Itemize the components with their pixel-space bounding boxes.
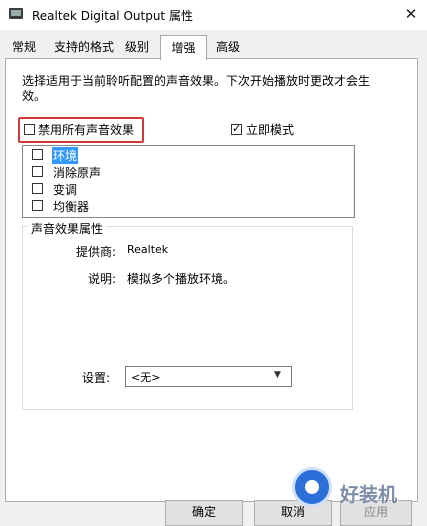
- provider-value: Realtek: [127, 243, 169, 256]
- list-item[interactable]: 环境: [23, 146, 354, 164]
- tab-general[interactable]: 常规: [6, 37, 42, 58]
- watermark-logo-icon: [292, 467, 332, 507]
- description-value: 模拟多个播放环境。: [127, 272, 236, 286]
- effect-checkbox[interactable]: [32, 183, 43, 194]
- tab-advanced[interactable]: 高级: [210, 37, 246, 58]
- provider-label: 提供商:: [75, 245, 116, 259]
- ok-button[interactable]: 确定: [165, 500, 243, 526]
- window-title: Realtek Digital Output 属性: [32, 9, 193, 23]
- tab-enhancements[interactable]: 增强: [160, 35, 207, 60]
- immediate-mode-label[interactable]: 立即模式: [246, 121, 294, 138]
- effect-label: 消除原声: [53, 166, 102, 180]
- effect-label: 环境: [52, 147, 79, 164]
- list-item[interactable]: 变调: [23, 180, 354, 197]
- close-icon[interactable]: ✕: [398, 2, 424, 26]
- list-scrollbar[interactable]: ▲ ▼: [353, 146, 354, 217]
- setting-label: 设置:: [81, 371, 110, 385]
- speaker-app-icon: [9, 8, 23, 19]
- watermark-text: 好装机: [340, 484, 398, 506]
- setting-select-value: <无>: [131, 371, 161, 384]
- effect-label: 变调: [53, 183, 78, 197]
- effect-label: 均衡器: [53, 200, 90, 214]
- tab-levels[interactable]: 级别: [120, 37, 154, 58]
- chevron-down-icon: ▼: [274, 370, 281, 380]
- enhancement-description: 选择适用于当前聆听配置的声音效果。下次开始播放时更改才会生效。: [22, 74, 371, 103]
- effect-checkbox[interactable]: [32, 200, 43, 211]
- properties-group-title: 声音效果属性: [28, 220, 107, 237]
- immediate-mode-checkbox[interactable]: [231, 122, 242, 135]
- description-label: 说明:: [87, 272, 116, 286]
- effects-list[interactable]: 环境 消除原声 变调 均衡器 ▲ ▼: [22, 145, 355, 218]
- list-item[interactable]: 均衡器: [23, 197, 354, 214]
- tab-supported-formats[interactable]: 支持的格式: [48, 37, 120, 58]
- setting-select[interactable]: <无> ▼: [125, 366, 292, 387]
- effect-checkbox[interactable]: [32, 149, 43, 160]
- effect-checkbox[interactable]: [32, 166, 43, 177]
- highlight-box: [18, 117, 144, 143]
- list-item[interactable]: 消除原声: [23, 163, 354, 180]
